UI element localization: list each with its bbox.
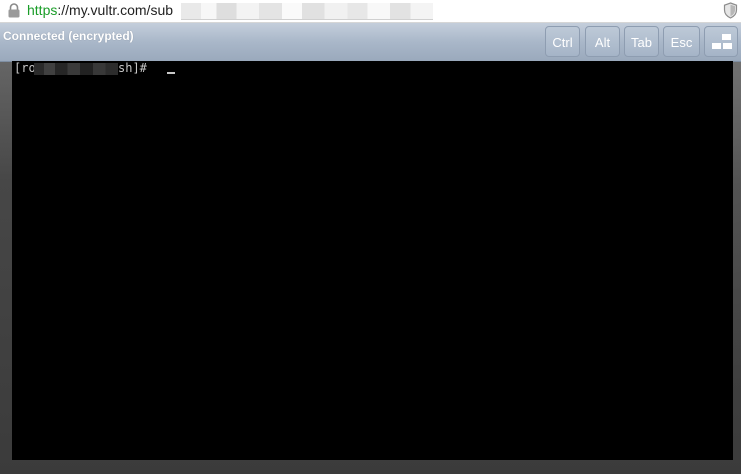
prompt-start: [ro — [14, 61, 36, 75]
url-path: ://my.vultr.com/sub — [57, 2, 174, 18]
shield-icon[interactable] — [723, 2, 738, 19]
prompt-end: sh]# — [118, 61, 155, 75]
tab-key-button[interactable]: Tab — [624, 26, 659, 57]
text-cursor — [167, 72, 175, 74]
esc-key-button[interactable]: Esc — [663, 26, 700, 57]
alt-key-button[interactable]: Alt — [585, 26, 620, 57]
connection-status: Connected (encrypted) — [3, 29, 134, 43]
console-status-bar: Connected (encrypted) Ctrl Alt Tab Esc — [0, 23, 741, 62]
prompt-redacted-region — [34, 63, 118, 75]
url-redacted-region — [181, 3, 433, 20]
clipboard-icon — [712, 34, 732, 49]
ctrl-key-button[interactable]: Ctrl — [545, 26, 580, 57]
url-scheme: https — [27, 2, 58, 18]
url-text[interactable]: https://my.vultr.com/sub — [27, 2, 173, 19]
clipboard-button[interactable] — [704, 26, 738, 57]
terminal-screen[interactable]: [ro sh]# — [12, 61, 733, 460]
browser-address-bar[interactable]: https://my.vultr.com/sub — [0, 0, 741, 23]
lock-icon — [8, 3, 20, 18]
